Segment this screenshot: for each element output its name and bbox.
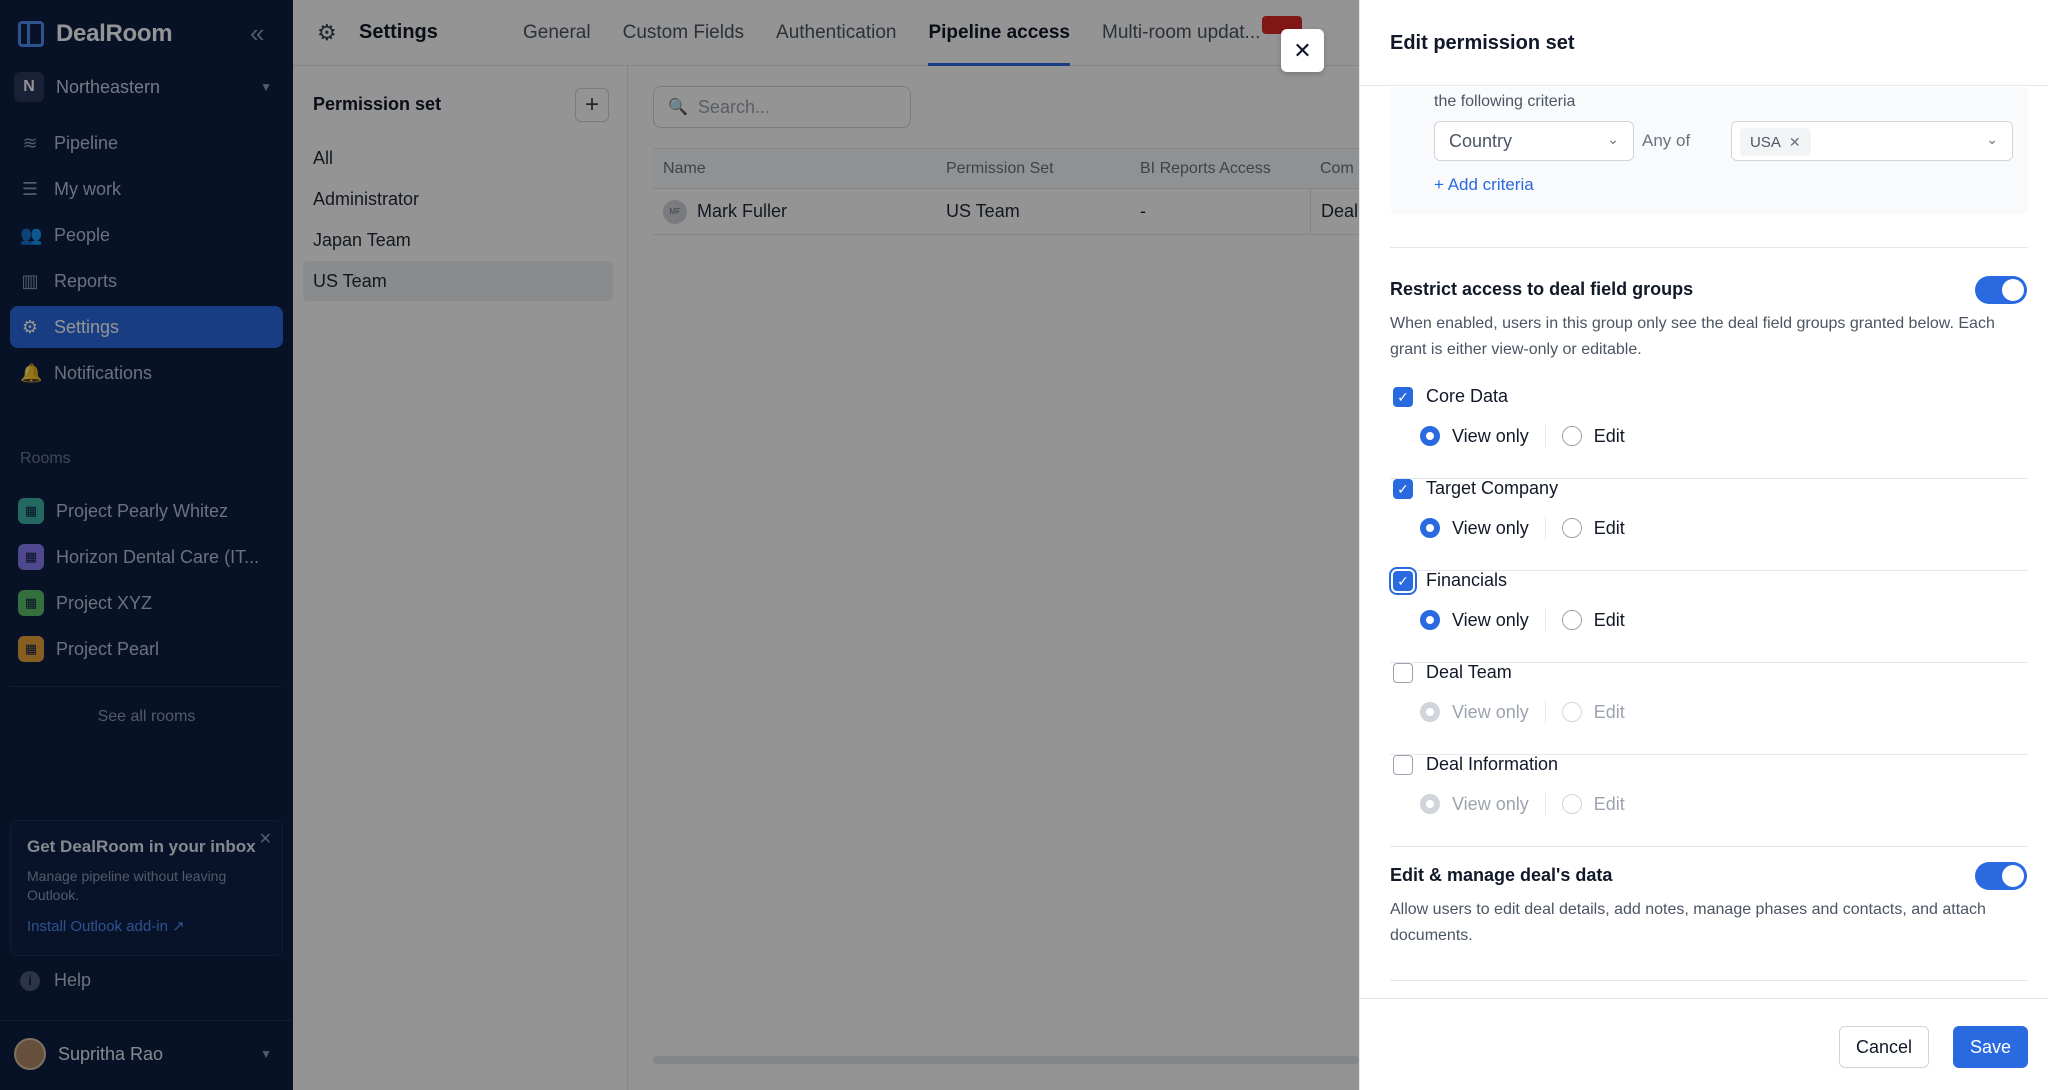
divider [1544,609,1546,631]
criteria-label: the following criteria [1434,93,1576,110]
edit-manage-toggle[interactable] [1975,862,2027,890]
edit-radio [1561,794,1582,814]
view-only-radio[interactable] [1420,610,1440,630]
criteria-field-select[interactable]: Country ⌄ [1434,121,1634,161]
add-criteria-link[interactable]: + Add criteria [1434,175,1534,195]
criteria-values-select[interactable]: USA ✕ ⌄ [1731,121,2013,161]
view-only-radio[interactable] [1420,426,1440,446]
group-label: Deal Team [1426,662,1512,682]
cancel-button[interactable]: Cancel [1839,1026,1929,1068]
group-label: Core Data [1426,386,1509,406]
view-only-radio [1420,702,1440,722]
save-button[interactable]: Save [1953,1026,2028,1068]
radio-label: Edit [1593,701,1625,722]
edit-permission-drawer: Edit permission set the following criter… [1359,0,2048,1090]
checkbox[interactable] [1393,663,1413,683]
value-chip: USA ✕ [1740,128,1811,156]
view-only-radio[interactable] [1420,518,1440,538]
radio-label: View only [1452,517,1529,538]
field-group-core-data: ✓ Core Data View only Edit [1390,386,2028,479]
checkbox[interactable] [1393,755,1413,775]
radio-label: View only [1452,425,1529,446]
drawer-body[interactable]: the following criteria Country ⌄ Any of … [1360,87,2048,997]
edit-manage-section-description: Allow users to edit deal details, add no… [1390,901,1986,944]
edit-manage-section-title: Edit & manage deal's data [1390,865,1613,885]
radio-label: Edit [1593,425,1625,446]
select-value: Country [1449,130,1513,151]
section-divider [1390,980,2028,981]
edit-radio[interactable] [1561,518,1582,538]
chip-label: USA [1750,133,1781,151]
drawer-footer: Cancel Save [1360,998,2048,1090]
field-group-target-company: ✓ Target Company View only Edit [1390,478,2028,571]
view-only-radio [1420,794,1440,814]
access-radio-group: View only Edit [1420,793,1625,815]
edit-radio [1561,702,1582,722]
section-divider [1390,247,2028,248]
restrict-access-toggle[interactable] [1975,276,2027,304]
radio-label: View only [1452,793,1529,814]
group-label: Target Company [1426,478,1559,498]
criteria-operator: Any of [1642,131,1691,150]
field-group-deal-team: Deal Team View only Edit [1390,662,2028,755]
access-radio-group: View only Edit [1420,701,1625,723]
remove-chip-icon[interactable]: ✕ [1789,134,1801,151]
criteria-card: the following criteria Country ⌄ Any of … [1390,87,2028,215]
checkbox[interactable]: ✓ [1393,479,1413,499]
radio-label: Edit [1593,793,1625,814]
edit-radio[interactable] [1561,426,1582,446]
radio-label: Edit [1593,609,1625,630]
restrict-section-description: When enabled, users in this group only s… [1390,315,1995,358]
drawer-title: Edit permission set [1390,32,1575,54]
divider [1544,425,1546,447]
group-label: Financials [1426,570,1508,590]
chevron-down-icon: ⌄ [1607,131,1619,147]
access-radio-group: View only Edit [1420,425,1625,447]
group-label: Deal Information [1426,754,1559,774]
divider [1544,701,1546,723]
divider [1544,793,1546,815]
edit-radio[interactable] [1561,610,1582,630]
close-icon: ✕ [1293,37,1312,63]
modal-overlay[interactable] [0,0,1359,1090]
checkbox[interactable]: ✓ [1393,571,1413,591]
divider [1544,517,1546,539]
checkbox[interactable]: ✓ [1393,387,1413,407]
radio-label: Edit [1593,517,1625,538]
restrict-section-title: Restrict access to deal field groups [1390,279,1694,299]
radio-label: View only [1452,701,1529,722]
drawer-header: Edit permission set [1360,0,2048,86]
chevron-down-icon: ⌄ [1986,131,1998,147]
field-group-financials: ✓ Financials View only Edit [1390,570,2028,663]
access-radio-group: View only Edit [1420,609,1625,631]
radio-label: View only [1452,609,1529,630]
access-radio-group: View only Edit [1420,517,1625,539]
close-drawer-button[interactable]: ✕ [1281,29,1324,72]
field-group-deal-information: Deal Information View only Edit [1390,754,2028,847]
